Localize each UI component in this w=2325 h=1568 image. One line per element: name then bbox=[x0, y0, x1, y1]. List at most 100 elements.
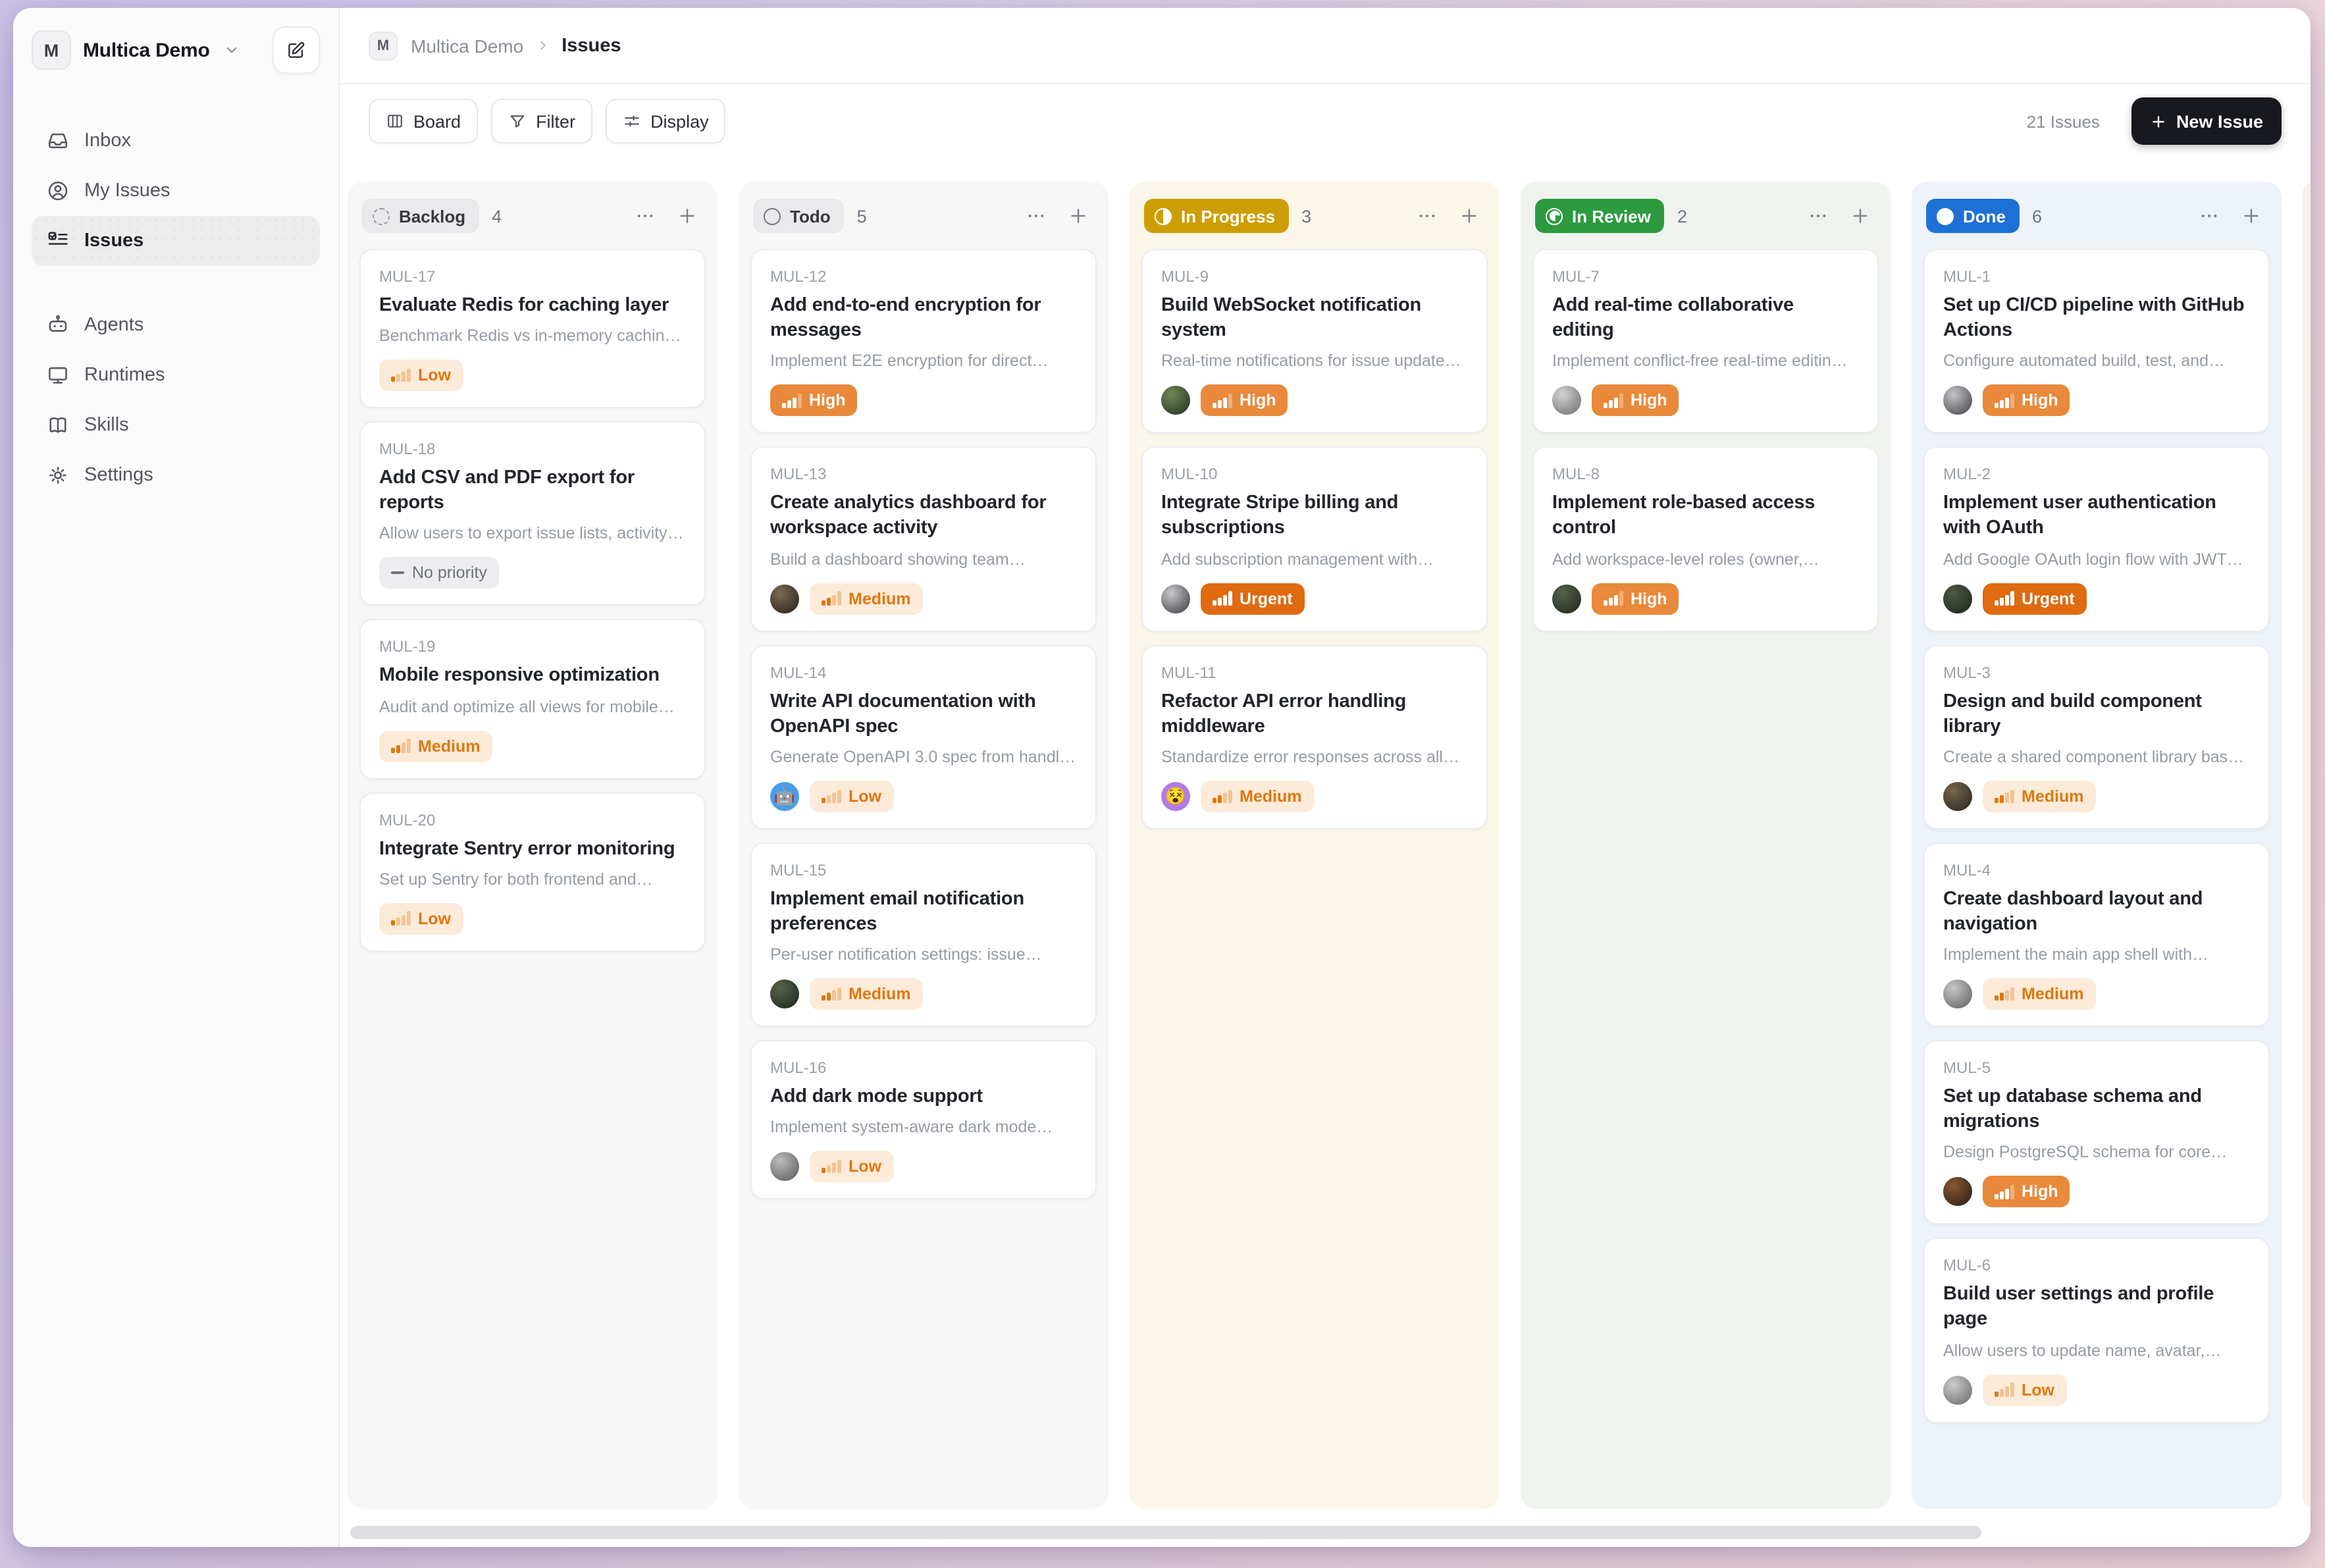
new-issue-button[interactable]: New Issue bbox=[2131, 97, 2282, 145]
issue-card-footer: Medium bbox=[1943, 978, 2250, 1010]
issue-card[interactable]: MUL-5 Set up database schema and migrati… bbox=[1923, 1040, 2270, 1225]
issue-title: Add end-to-end encryption for messages bbox=[770, 294, 1077, 344]
issue-title: Implement role-based access control bbox=[1552, 492, 1859, 542]
priority-badge: High bbox=[1592, 583, 1679, 614]
column-add-button[interactable] bbox=[2235, 200, 2267, 232]
priority-label: Medium bbox=[418, 737, 480, 755]
issue-card[interactable]: MUL-1 Set up CI/CD pipeline with GitHub … bbox=[1923, 249, 2270, 434]
column-menu-button[interactable] bbox=[629, 200, 661, 232]
issue-id: MUL-8 bbox=[1552, 465, 1859, 484]
column-menu-button[interactable] bbox=[1020, 200, 1052, 232]
issue-description: Implement E2E encryption for direct… bbox=[770, 352, 1077, 371]
priority-label: Low bbox=[2022, 1380, 2054, 1399]
assignee-avatar bbox=[1161, 584, 1190, 613]
column-menu-button[interactable] bbox=[1411, 200, 1443, 232]
issue-card[interactable]: MUL-6 Build user settings and profile pa… bbox=[1923, 1238, 2270, 1423]
issue-card[interactable]: MUL-2 Implement user authentication with… bbox=[1923, 447, 2270, 632]
issue-card[interactable]: MUL-11 Refactor API error handling middl… bbox=[1141, 644, 1488, 829]
workspace-name[interactable]: Multica Demo bbox=[83, 39, 210, 61]
column-add-button[interactable] bbox=[1453, 200, 1485, 232]
issue-card[interactable]: MUL-4 Create dashboard layout and naviga… bbox=[1923, 843, 2270, 1028]
issue-id: MUL-16 bbox=[770, 1058, 1077, 1077]
column-add-button[interactable] bbox=[671, 200, 703, 232]
priority-bars-icon bbox=[391, 912, 410, 926]
column-in-progress: In Progress 3 MUL-9 Build WebSocket noti… bbox=[1130, 182, 1500, 1509]
issue-card[interactable]: MUL-14 Write API documentation with Open… bbox=[750, 644, 1097, 829]
priority-label: Low bbox=[849, 1157, 881, 1176]
chevron-down-icon[interactable] bbox=[224, 42, 240, 58]
assignee-avatar bbox=[770, 1152, 799, 1181]
issue-title: Refactor API error handling middleware bbox=[1161, 689, 1468, 740]
column-add-button[interactable] bbox=[1844, 200, 1876, 232]
priority-label: Medium bbox=[1240, 787, 1301, 806]
column-add-button[interactable] bbox=[1062, 200, 1094, 232]
priority-label: Medium bbox=[2022, 787, 2083, 806]
issue-card[interactable]: MUL-10 Integrate Stripe billing and subs… bbox=[1141, 447, 1488, 632]
column-label: In Progress bbox=[1181, 206, 1275, 226]
compose-new-issue-button[interactable] bbox=[273, 26, 320, 74]
column-menu-button[interactable] bbox=[2193, 200, 2225, 232]
issue-title: Create dashboard layout and navigation bbox=[1943, 887, 2250, 938]
assignee-avatar bbox=[1943, 386, 1972, 415]
column-backlog: Backlog 4 MUL-17 Evaluate Redis for cach… bbox=[348, 182, 718, 1509]
issue-card[interactable]: MUL-12 Add end-to-end encryption for mes… bbox=[750, 249, 1097, 434]
issue-card[interactable]: MUL-13 Create analytics dashboard for wo… bbox=[750, 447, 1097, 632]
priority-label: High bbox=[809, 392, 846, 410]
issue-card[interactable]: MUL-15 Implement email notification pref… bbox=[750, 843, 1097, 1028]
issue-id: MUL-4 bbox=[1943, 861, 2250, 879]
issue-title: Integrate Stripe billing and subscriptio… bbox=[1161, 492, 1468, 542]
priority-badge: Low bbox=[379, 902, 463, 934]
sidebar-item-issues[interactable]: Issues bbox=[32, 216, 320, 266]
sidebar-item-agents[interactable]: Agents bbox=[32, 300, 320, 350]
priority-bars-icon bbox=[1604, 394, 1623, 407]
sidebar-item-settings[interactable]: Settings bbox=[32, 450, 320, 500]
issue-card[interactable]: MUL-16 Add dark mode support Implement s… bbox=[750, 1040, 1097, 1199]
issue-id: MUL-20 bbox=[379, 810, 686, 829]
issue-id: MUL-9 bbox=[1161, 267, 1468, 286]
issue-card[interactable]: MUL-9 Build WebSocket notification syste… bbox=[1141, 249, 1488, 434]
issue-card[interactable]: MUL-3 Design and build component library… bbox=[1923, 644, 2270, 829]
sidebar-item-inbox[interactable]: Inbox bbox=[32, 116, 320, 166]
breadcrumb-workspace[interactable]: Multica Demo bbox=[411, 35, 523, 56]
workspace-avatar[interactable]: M bbox=[32, 30, 71, 70]
issue-card[interactable]: MUL-19 Mobile responsive optimization Au… bbox=[359, 619, 706, 779]
column-label: Todo bbox=[790, 206, 831, 226]
issue-card[interactable]: MUL-8 Implement role-based access contro… bbox=[1532, 447, 1879, 632]
sidebar-item-skills[interactable]: Skills bbox=[32, 400, 320, 450]
issue-title: Integrate Sentry error monitoring bbox=[379, 837, 686, 862]
assignee-avatar-dizzy: 😵 bbox=[1161, 782, 1190, 811]
issue-card-footer: High bbox=[1943, 1176, 2250, 1208]
issue-card[interactable]: MUL-20 Integrate Sentry error monitoring… bbox=[359, 792, 706, 951]
issue-card[interactable]: MUL-7 Add real-time collaborative editin… bbox=[1532, 249, 1879, 434]
book-icon bbox=[46, 413, 70, 437]
column-menu-button[interactable] bbox=[1802, 200, 1834, 232]
breadcrumb-page: Issues bbox=[562, 35, 621, 56]
issue-description: Allow users to export issue lists, activ… bbox=[379, 525, 686, 543]
filter-button[interactable]: Filter bbox=[491, 99, 592, 144]
display-button[interactable]: Display bbox=[606, 99, 726, 144]
issue-card-footer: Low bbox=[770, 1151, 1077, 1182]
assignee-avatar bbox=[1552, 584, 1581, 613]
board-view-button[interactable]: Board bbox=[369, 99, 478, 144]
issue-card[interactable]: MUL-18 Add CSV and PDF export for report… bbox=[359, 421, 706, 606]
status-pill-todo: Todo bbox=[753, 199, 844, 233]
sidebar-item-label: Issues bbox=[84, 230, 144, 251]
sidebar-item-my-issues[interactable]: My Issues bbox=[32, 166, 320, 216]
breadcrumb-workspace-avatar[interactable]: M bbox=[369, 31, 398, 60]
issue-description: Standardize error responses across all… bbox=[1161, 748, 1468, 766]
priority-bars-icon bbox=[1995, 789, 2014, 803]
sidebar-item-label: Inbox bbox=[84, 130, 131, 151]
sidebar-item-runtimes[interactable]: Runtimes bbox=[32, 350, 320, 400]
issue-id: MUL-7 bbox=[1552, 267, 1859, 286]
column-count: 6 bbox=[2032, 206, 2042, 226]
filter-label: Filter bbox=[536, 111, 575, 131]
column-header: Done 6 bbox=[1926, 196, 2267, 236]
toolbar: Board Filter Display 21 Issues New Issue bbox=[340, 84, 2311, 158]
issue-id: MUL-3 bbox=[1943, 663, 2250, 681]
issue-card-footer: Medium bbox=[770, 978, 1077, 1010]
issue-id: MUL-18 bbox=[379, 440, 686, 458]
priority-bars-icon bbox=[1213, 592, 1232, 606]
priority-label: Low bbox=[418, 909, 451, 928]
horizontal-scrollbar-thumb[interactable] bbox=[350, 1526, 1981, 1539]
issue-card[interactable]: MUL-17 Evaluate Redis for caching layer … bbox=[359, 249, 706, 408]
